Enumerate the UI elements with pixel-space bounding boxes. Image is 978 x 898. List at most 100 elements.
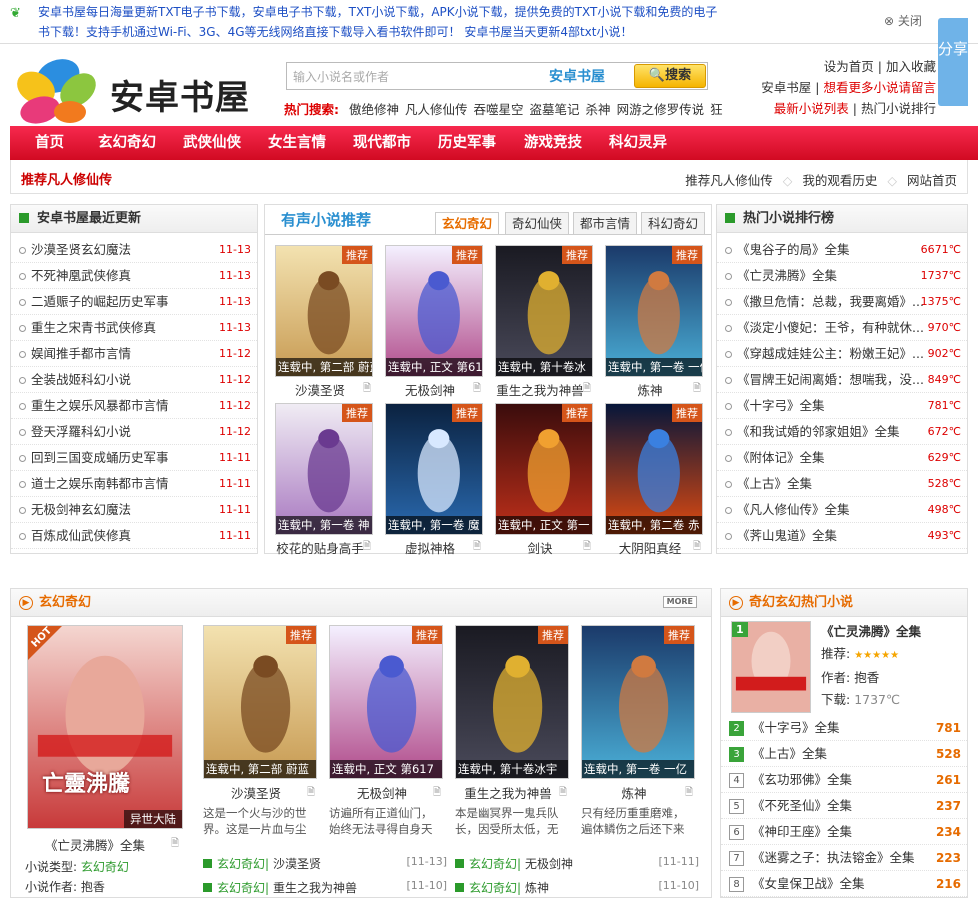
book-title[interactable]: 校花的贴身高手 (271, 538, 369, 557)
notice-text[interactable]: 安卓书屋每日海量更新TXT电子书下载，安卓电子书下载，TXT小说下载，APK小说… (38, 2, 728, 42)
rank-item[interactable]: 《和我试婚的邻家姐姐》全集 672℃ (717, 419, 967, 445)
list-item[interactable]: 玄幻奇幻| 沙漠圣贤 [11-13] (203, 855, 447, 872)
message-link[interactable]: 想看更多小说请留言 (823, 80, 936, 95)
audio-tab[interactable]: 都市言情 (573, 212, 637, 234)
list-item[interactable]: 玄幻奇幻| 炼神 [11-10] (455, 879, 699, 896)
rank-item[interactable]: 《鬼谷子的局》全集 6671℃ (717, 237, 967, 263)
recommend-text[interactable]: 推荐凡人修仙传 (21, 169, 112, 188)
book-title[interactable]: 重生之我为神兽 (491, 380, 589, 399)
list-item[interactable]: 玄幻奇幻| 无极剑神 [11-11] (455, 855, 699, 872)
audio-tab[interactable]: 奇幻仙侠 (505, 212, 569, 234)
book-cover[interactable]: 推荐 连载中, 第十卷冰 (495, 245, 593, 377)
list-item[interactable]: 重生之宋青书武侠修真 11-13 (11, 315, 257, 341)
book-title[interactable]: 炼神 (581, 783, 687, 802)
book-cover[interactable]: 推荐 连载中, 正文 第一 (495, 403, 593, 535)
book-title[interactable]: 重生之我为神兽 (455, 783, 561, 802)
more-button[interactable]: MORE (662, 596, 697, 608)
nav-item[interactable]: 首页 (35, 126, 64, 160)
feature-cover[interactable]: HOT 亡靈沸騰 异世大陆 (27, 625, 183, 829)
rank-item[interactable]: 6 《神印王座》全集 234 (721, 819, 967, 845)
nav-item[interactable]: 科幻灵异 (609, 126, 667, 160)
type-value[interactable]: 玄幻奇幻 (81, 860, 129, 874)
rank-item[interactable]: 《上古》全集 528℃ (717, 471, 967, 497)
category-link[interactable]: 玄幻奇幻| (469, 857, 521, 871)
list-item[interactable]: 玄幻奇幻| 重生之我为神兽 [11-10] (203, 879, 447, 896)
feature-title[interactable]: 《亡灵沸腾》全集 (45, 835, 145, 854)
rank-item[interactable]: 《淡定小傻妃：王爷，有种就休... 970℃ (717, 315, 967, 341)
book-cover[interactable]: 推荐 连载中, 第一卷 一亿 (581, 625, 695, 779)
category-link[interactable]: 玄幻奇幻| (217, 881, 269, 895)
rank-item[interactable]: 《冒牌王妃闹离婚：想喘我，没... 849℃ (717, 367, 967, 393)
nav-item[interactable]: 现代都市 (353, 126, 411, 160)
nav-item[interactable]: 女生言情 (268, 126, 326, 160)
book-cover[interactable]: 推荐 连载中, 第二部 蔚蓝 (275, 245, 373, 377)
hot-search-item[interactable]: 傲绝修神 (349, 102, 399, 117)
book-title[interactable]: 无极剑神 (329, 783, 435, 802)
hot-search-item[interactable]: 凡人修仙传 (405, 102, 468, 117)
add-fav-link[interactable]: 加入收藏 (886, 59, 936, 74)
book-title[interactable]: 大阴阳真经 (601, 538, 699, 557)
hot-rank-link[interactable]: 热门小说排行 (861, 101, 936, 116)
rank-item[interactable]: 5 《不死圣仙》全集 237 (721, 793, 967, 819)
list-item[interactable]: 道士之娱乐南韩都市言情 11-11 (11, 471, 257, 497)
close-button[interactable]: ⊗ 关闭 (884, 12, 922, 29)
set-home-link[interactable]: 设为首页 (824, 59, 874, 74)
sub-nav-link[interactable]: 推荐凡人修仙传 (685, 173, 773, 188)
rank-item[interactable]: 8 《女皇保卫战》全集 216 (721, 871, 967, 897)
rank-item[interactable]: 《十字弓》全集 781℃ (717, 393, 967, 419)
list-item[interactable]: 娱闻推手都市言情 11-12 (11, 341, 257, 367)
book-cover[interactable]: 推荐 连载中, 正文 第617 (385, 245, 483, 377)
list-item[interactable]: 回到三国变成蛹历史军事 11-11 (11, 445, 257, 471)
list-item[interactable]: 不死神凰武侠修真 11-13 (11, 263, 257, 289)
list-item[interactable]: 二遁赈子的崛起历史军事 11-13 (11, 289, 257, 315)
site-link[interactable]: 安卓书屋 (761, 80, 811, 95)
book-title[interactable]: 沙漠圣贤 (271, 380, 369, 399)
rank-item[interactable]: 《亡灵沸腾》全集 1737℃ (717, 263, 967, 289)
nav-item[interactable]: 玄幻奇幻 (98, 126, 156, 160)
latest-list-link[interactable]: 最新小说列表 (774, 101, 849, 116)
hot-search-item[interactable]: 吞噬星空 (474, 102, 524, 117)
audio-tab[interactable]: 科幻奇幻 (641, 212, 705, 234)
category-link[interactable]: 玄幻奇幻| (217, 857, 269, 871)
rank-item[interactable]: 《荠山鬼道》全集 493℃ (717, 523, 967, 549)
audio-tab[interactable]: 玄幻奇幻 (435, 212, 499, 234)
book-title[interactable]: 沙漠圣贤 (203, 783, 309, 802)
rank-item[interactable]: 《附体记》全集 629℃ (717, 445, 967, 471)
book-cover[interactable]: 推荐 连载中, 第一卷 神 (275, 403, 373, 535)
category-link[interactable]: 玄幻奇幻| (469, 881, 521, 895)
book-cover[interactable]: 推荐 连载中, 正文 第617 (329, 625, 443, 779)
rank-item[interactable]: 2 《十字弓》全集 781 (721, 715, 967, 741)
book-title[interactable]: 炼神 (601, 380, 699, 399)
book-cover[interactable]: 推荐 连载中, 第十卷冰宇 (455, 625, 569, 779)
book-title[interactable]: 虚拟神格 (381, 538, 479, 557)
rank-item[interactable]: 《撒旦危情：总裁，我要离婚》... 1375℃ (717, 289, 967, 315)
list-item[interactable]: 重生之娱乐风暴都市言情 11-12 (11, 393, 257, 419)
hot-search-item[interactable]: 狂 (710, 102, 723, 117)
sub-nav-link[interactable]: 网站首页 (907, 173, 957, 188)
book-title[interactable]: 剑诀 (491, 538, 589, 557)
hot-search-item[interactable]: 盗墓笔记 (530, 102, 580, 117)
list-item[interactable]: 百炼成仙武侠修真 11-11 (11, 523, 257, 549)
sub-nav-link[interactable]: 我的观看历史 (802, 173, 877, 188)
hot-search-item[interactable]: 网游之修罗传说 (617, 102, 705, 117)
nav-item[interactable]: 游戏竞技 (524, 126, 582, 160)
hot-search-item[interactable]: 杀神 (586, 102, 611, 117)
hot-top-title[interactable]: 《亡灵沸腾》全集 (821, 621, 921, 643)
logo[interactable]: 安卓书屋 (10, 54, 280, 124)
book-cover[interactable]: 推荐 连载中, 第一卷 一亿 (605, 245, 703, 377)
list-item[interactable]: 登天浮羅科幻小说 11-12 (11, 419, 257, 445)
list-item[interactable]: 全装战姬科幻小说 11-12 (11, 367, 257, 393)
share-button[interactable]: 分享 (938, 18, 968, 106)
rank-item[interactable]: 7 《迷雾之子：执法镕金》全集 223 (721, 845, 967, 871)
list-item[interactable]: 沙漠圣贤玄幻魔法 11-13 (11, 237, 257, 263)
book-cover[interactable]: 推荐 连载中, 第二卷 赤 (605, 403, 703, 535)
rank-item[interactable]: 《凡人修仙传》全集 498℃ (717, 497, 967, 523)
rank-item[interactable]: 4 《玄功邪佛》全集 261 (721, 767, 967, 793)
book-title[interactable]: 无极剑神 (381, 380, 479, 399)
rank-item[interactable]: 《穿越成娃娃公主：粉嫩王妃》... 902℃ (717, 341, 967, 367)
list-item[interactable]: 无极剑神玄幻魔法 11-11 (11, 497, 257, 523)
nav-item[interactable]: 历史军事 (438, 126, 496, 160)
rank-item[interactable]: 3 《上古》全集 528 (721, 741, 967, 767)
book-cover[interactable]: 推荐 连载中, 第二部 蔚蓝 (203, 625, 317, 779)
hot-top-cover[interactable]: 1 (731, 621, 811, 713)
